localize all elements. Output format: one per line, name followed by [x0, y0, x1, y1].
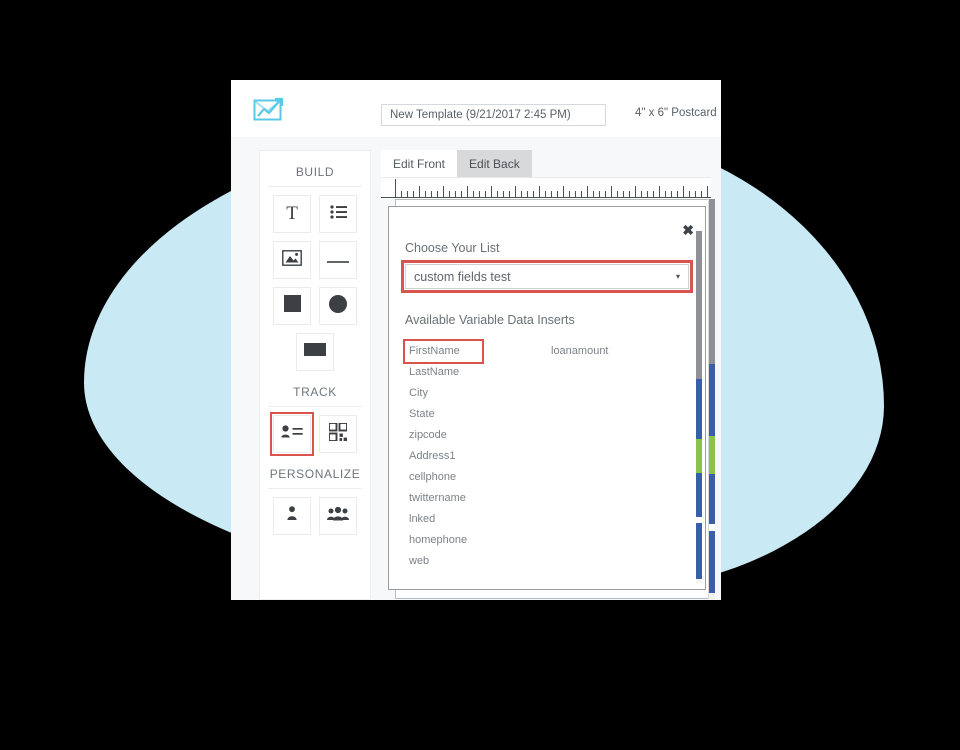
scrollbar-segment-track	[709, 593, 715, 599]
modal-scrollbar-segment-green	[696, 439, 702, 473]
envelope-chart-logo-icon[interactable]	[253, 96, 289, 126]
sidebar-section-title-personalize: PERSONALIZE	[268, 461, 362, 489]
scrollbar-segment-blue-2	[709, 474, 715, 524]
list-item[interactable]: loanamount	[547, 341, 689, 362]
modal-vertical-scrollbar[interactable]	[696, 231, 702, 583]
picture-icon	[282, 249, 302, 271]
list-select[interactable]: custom fields test ▾	[405, 264, 689, 289]
tool-sidebar: BUILD T TRACK PERSONALIZE	[259, 150, 371, 600]
bullet-list-icon	[329, 204, 347, 224]
group-people-tool[interactable]	[319, 497, 357, 535]
person-icon	[287, 506, 297, 526]
inserts-column-left: FirstName LastName City State zipcode Ad…	[403, 339, 547, 572]
list-item[interactable]: web	[405, 551, 547, 572]
list-tool[interactable]	[319, 195, 357, 233]
people-group-icon	[327, 506, 349, 526]
tab-edit-back[interactable]: Edit Back	[457, 150, 532, 177]
sidebar-tools-build: T	[260, 195, 370, 379]
list-item[interactable]: homephone	[405, 530, 547, 551]
text-T-icon: T	[286, 203, 298, 224]
sidebar-section-title-build: BUILD	[268, 159, 362, 187]
list-item[interactable]: FirstName	[403, 339, 484, 364]
inserts-column-right: loanamount	[547, 341, 689, 572]
horizontal-ruler	[381, 177, 711, 199]
list-item[interactable]: zipcode	[405, 425, 547, 446]
chevron-down-icon: ▾	[675, 272, 680, 281]
sidebar-section-title-track: TRACK	[268, 379, 362, 407]
person-list-icon	[281, 424, 303, 444]
list-item[interactable]: LastName	[405, 362, 547, 383]
scrollbar-segment-white	[709, 524, 715, 531]
modal-scrollbar-segment-gray	[696, 231, 702, 379]
qr-code-icon	[328, 421, 348, 446]
list-item[interactable]: Address1	[405, 446, 547, 467]
single-person-tool[interactable]	[273, 497, 311, 535]
qr-code-tool[interactable]	[319, 415, 357, 453]
list-item[interactable]: State	[405, 404, 547, 425]
line-tool[interactable]	[319, 241, 357, 279]
list-item[interactable]: City	[405, 383, 547, 404]
variable-inserts-columns: FirstName LastName City State zipcode Ad…	[403, 339, 689, 572]
filled-rectangle-icon	[304, 343, 326, 361]
app-header: New Template (9/21/2017 2:45 PM) 4" x 6"…	[231, 80, 721, 137]
scrollbar-segment-green	[709, 436, 715, 474]
choose-list-modal: ✖ Choose Your List custom fields test ▾ …	[388, 206, 706, 590]
template-name-input[interactable]: New Template (9/21/2017 2:45 PM)	[381, 104, 606, 126]
list-select-wrapper: custom fields test ▾	[401, 260, 693, 293]
list-item[interactable]: twittername	[405, 488, 547, 509]
filled-square-icon	[283, 295, 301, 317]
choose-list-label: Choose Your List	[405, 241, 500, 255]
sidebar-tools-track	[260, 412, 370, 461]
image-tool[interactable]	[273, 241, 311, 279]
sidebar-tools-personalize	[260, 497, 370, 543]
rectangle-tool[interactable]	[296, 333, 334, 371]
product-size-label: 4" x 6" Postcard	[635, 107, 717, 119]
filled-circle-icon	[329, 294, 347, 318]
horizontal-line-icon	[327, 251, 349, 269]
modal-scrollbar-segment-blue-1	[696, 379, 702, 439]
modal-content: Choose Your List custom fields test ▾ Av…	[389, 207, 705, 572]
list-item[interactable]: lnked	[405, 509, 547, 530]
circle-tool[interactable]	[319, 287, 357, 325]
close-icon[interactable]: ✖	[682, 223, 694, 237]
scrollbar-segment-blue-3	[709, 531, 715, 593]
modal-scrollbar-segment-track	[696, 579, 702, 583]
modal-scrollbar-segment-blue-3	[696, 523, 702, 579]
available-inserts-label: Available Variable Data Inserts	[405, 313, 575, 327]
canvas-tabs: Edit Front Edit Back	[381, 150, 711, 177]
list-item[interactable]: cellphone	[405, 467, 547, 488]
canvas-vertical-scrollbar[interactable]	[708, 199, 715, 599]
text-tool[interactable]: T	[273, 195, 311, 233]
modal-scrollbar-segment-blue-2	[696, 473, 702, 517]
screenshot-stage: New Template (9/21/2017 2:45 PM) 4" x 6"…	[0, 0, 960, 750]
scrollbar-segment-blue-1	[709, 364, 715, 436]
square-tool[interactable]	[273, 287, 311, 325]
list-select-value: custom fields test	[414, 269, 511, 284]
variable-data-tool[interactable]	[270, 412, 314, 456]
scrollbar-segment-gray	[709, 199, 715, 364]
tab-edit-front[interactable]: Edit Front	[381, 150, 458, 177]
